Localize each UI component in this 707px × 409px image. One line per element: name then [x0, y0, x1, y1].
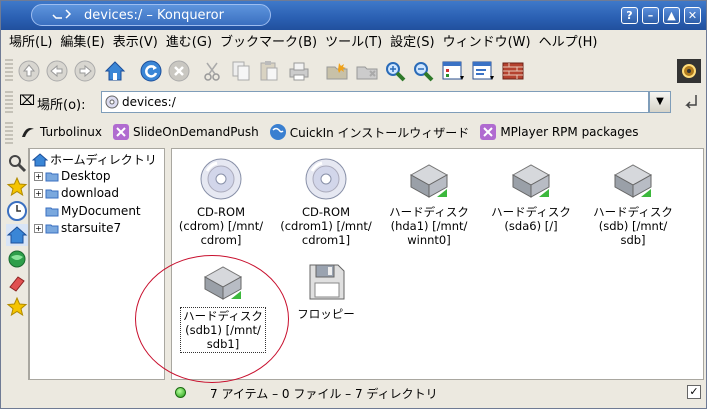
clear-location-icon[interactable]: ⌧ — [19, 93, 35, 109]
security-icon[interactable] — [501, 59, 525, 83]
menu-location[interactable]: 場所(L) — [5, 32, 56, 54]
floppy-icon — [309, 264, 345, 300]
location-bar: ⌧ 場所(o): ▼ — [5, 89, 704, 117]
konqueror-window: devices:/ – Konqueror ? – ▲ ✕ 場所(L) 編集(E… — [0, 0, 707, 409]
cut-icon[interactable] — [201, 59, 225, 83]
konqueror-app-icon[interactable] — [40, 6, 74, 26]
hard-disk-icon — [613, 164, 653, 198]
expand-icon[interactable]: + — [34, 171, 43, 181]
konqueror-icon — [113, 124, 129, 140]
configure-sidebar-icon[interactable] — [6, 152, 28, 174]
device-sda6[interactable]: ハードディスク (sda6) [/] — [480, 155, 582, 233]
menu-edit[interactable]: 編集(E) — [56, 32, 108, 54]
print-icon[interactable] — [287, 59, 311, 83]
delete-icon[interactable] — [355, 59, 379, 83]
expand-icon[interactable]: + — [34, 188, 43, 198]
tree-root-home[interactable]: ホームディレクトリ — [32, 151, 157, 168]
copy-icon[interactable] — [229, 59, 253, 83]
new-folder-icon[interactable] — [325, 59, 349, 83]
bookmark-cuickin[interactable]: CuickIn インストールウィザード — [269, 123, 469, 141]
hard-disk-icon — [409, 164, 449, 198]
close-button[interactable]: ✕ — [684, 7, 701, 24]
menu-go[interactable]: 進む(G) — [162, 32, 216, 54]
home-tab-icon[interactable] — [6, 224, 28, 246]
tree-item-desktop[interactable]: + Desktop — [34, 169, 111, 183]
devices-icon — [105, 95, 119, 112]
zoom-in-icon[interactable] — [383, 59, 407, 83]
minimize-button[interactable]: – — [642, 7, 659, 24]
icon-view-icon[interactable] — [441, 59, 465, 83]
folder-icon — [45, 172, 59, 182]
window-title: devices:/ – Konqueror — [84, 8, 224, 23]
konqueror-icon — [480, 124, 497, 140]
bookmark-toolbar: Turbolinux SlideOnDemandPush CuickIn インス… — [5, 119, 704, 146]
cdrom-icon — [200, 158, 242, 200]
menu-help[interactable]: ヘルプ(H) — [535, 32, 602, 54]
location-label: 場所(o): — [37, 98, 86, 113]
device-sdb1[interactable]: ハードディスク (sdb1) [/mnt/ sdb1] — [172, 257, 274, 353]
services-tab-icon[interactable] — [6, 272, 28, 294]
title-pill: devices:/ – Konqueror — [31, 4, 271, 26]
directory-tree[interactable]: ホームディレクトリ + Desktop + download MyDocumen… — [29, 148, 165, 380]
device-cdrom[interactable]: CD-ROM (cdrom) [/mnt/ cdrom] — [170, 155, 272, 247]
tree-item-starsuite7[interactable]: + starsuite7 — [34, 221, 121, 235]
menu-settings[interactable]: 設定(S) — [386, 32, 438, 54]
back-icon[interactable] — [45, 59, 69, 83]
link-view-checkbox[interactable]: ✓ — [687, 385, 701, 399]
expand-icon[interactable]: + — [34, 223, 43, 233]
folder-icon — [45, 207, 59, 217]
menu-view[interactable]: 表示(V) — [109, 32, 162, 54]
device-floppy[interactable]: フロッピー — [275, 257, 377, 321]
globe-icon — [269, 124, 286, 140]
konqueror-gear-icon[interactable] — [677, 59, 701, 83]
bookmark-grip[interactable] — [5, 122, 13, 146]
stop-icon[interactable] — [167, 59, 191, 83]
status-bar: 7 アイテム – 0 ファイル – 7 ディレクトリ ✓ — [5, 381, 704, 405]
tree-item-download[interactable]: + download — [34, 186, 119, 200]
turbolinux-icon — [22, 128, 34, 137]
menu-tools[interactable]: ツール(T) — [321, 32, 386, 54]
paste-icon[interactable] — [257, 59, 281, 83]
device-sdb[interactable]: ハードディスク (sdb) [/mnt/ sdb] — [582, 155, 684, 247]
status-led-icon — [175, 387, 186, 398]
tree-view-icon[interactable] — [471, 59, 495, 83]
toolbar-grip[interactable] — [5, 59, 13, 83]
bookmarks-tab-icon[interactable] — [6, 176, 28, 198]
hard-disk-icon — [511, 164, 551, 198]
folder-icon — [45, 224, 59, 234]
hard-disk-icon — [203, 266, 243, 300]
device-cdrom1[interactable]: CD-ROM (cdrom1) [/mnt/ cdrom1] — [275, 155, 377, 247]
title-bar[interactable]: devices:/ – Konqueror ? – ▲ ✕ — [1, 1, 706, 30]
menu-bookmarks[interactable]: ブックマーク(B) — [216, 32, 321, 54]
sidebar-tabs — [5, 148, 29, 380]
go-icon[interactable] — [681, 91, 703, 113]
history-tab-icon[interactable] — [6, 200, 28, 222]
tree-item-mydocument[interactable]: MyDocument — [45, 204, 141, 218]
home-icon — [32, 152, 48, 166]
main-toolbar — [5, 57, 704, 87]
cdrom-icon — [305, 158, 347, 200]
device-hda1[interactable]: ハードディスク (hda1) [/mnt/ winnt0] — [378, 155, 480, 247]
favorites-tab-icon[interactable] — [6, 296, 28, 318]
home-icon[interactable] — [103, 59, 127, 83]
location-input[interactable] — [101, 91, 649, 113]
location-dropdown-button[interactable]: ▼ — [649, 91, 671, 113]
status-text: 7 アイテム – 0 ファイル – 7 ディレクトリ — [210, 387, 438, 401]
zoom-out-icon[interactable] — [411, 59, 435, 83]
network-tab-icon[interactable] — [6, 248, 28, 270]
bookmark-turbolinux[interactable]: Turbolinux — [19, 123, 102, 141]
menu-window[interactable]: ウィンドウ(W) — [439, 32, 535, 54]
maximize-button[interactable]: ▲ — [663, 7, 680, 24]
devices-icon-view[interactable]: CD-ROM (cdrom) [/mnt/ cdrom] CD-ROM (cdr… — [171, 148, 704, 380]
forward-icon[interactable] — [73, 59, 97, 83]
bookmark-slideondemandpush[interactable]: SlideOnDemandPush — [112, 123, 259, 141]
location-grip[interactable] — [5, 91, 13, 115]
folder-icon — [45, 189, 59, 199]
help-button[interactable]: ? — [621, 7, 638, 24]
bookmark-mplayer[interactable]: MPlayer RPM packages — [479, 123, 638, 141]
up-icon[interactable] — [17, 59, 41, 83]
reload-icon[interactable] — [139, 59, 163, 83]
menu-bar: 場所(L) 編集(E) 表示(V) 進む(G) ブックマーク(B) ツール(T)… — [5, 32, 602, 54]
